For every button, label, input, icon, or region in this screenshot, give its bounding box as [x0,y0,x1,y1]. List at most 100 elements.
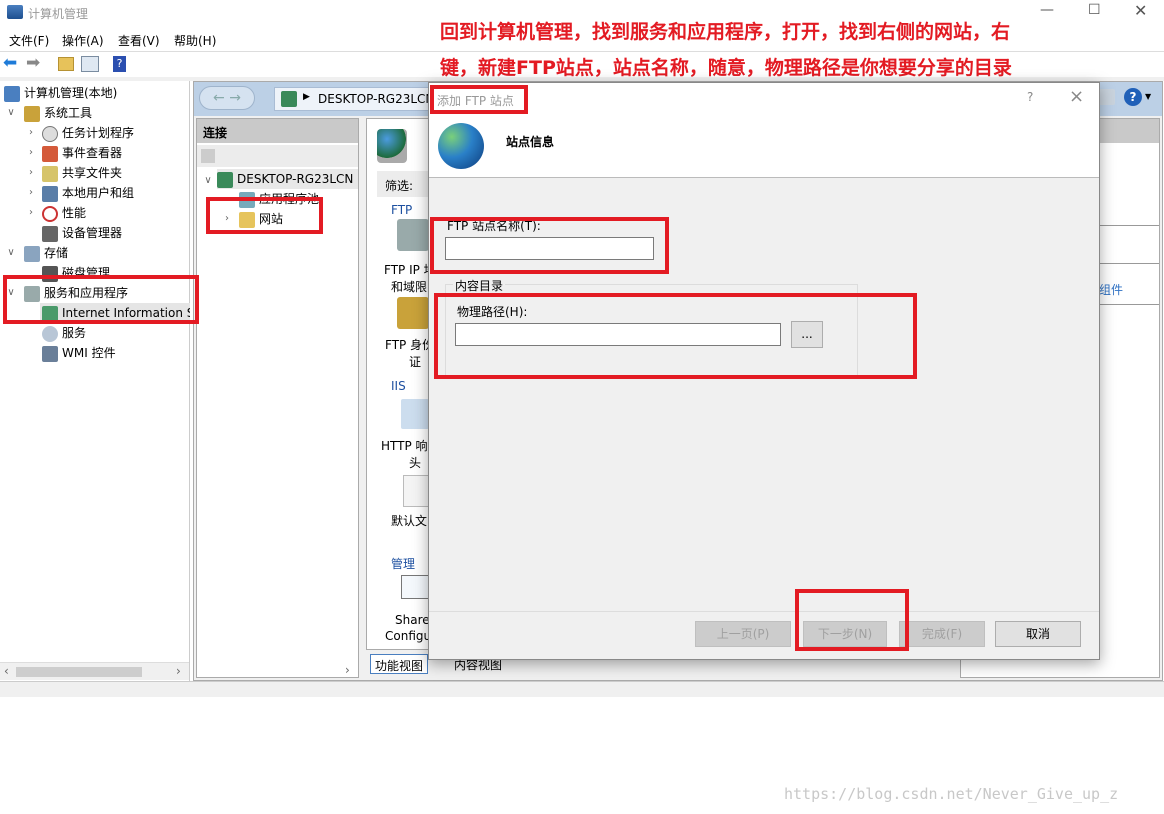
feature-label[interactable]: FTP 身份 [385,336,434,353]
tree-item-event-viewer[interactable]: 事件查看器 [42,143,122,163]
chevron-right-icon[interactable]: › [221,213,233,224]
shared-config-icon[interactable] [401,575,429,599]
tools-icon [24,105,40,122]
disk-icon [42,265,58,282]
content-dir-label: 内容目录 [453,277,506,294]
site-name-input[interactable] [445,237,654,260]
scroll-left-icon[interactable]: ‹ [4,664,9,678]
dialog-header [429,83,1099,178]
scrollbar-thumb[interactable] [16,667,142,677]
feature-label[interactable]: 和域限 [391,278,427,295]
tree-label: 设备管理器 [62,226,123,240]
browse-button[interactable]: ... [791,321,823,348]
tree-item-local-users[interactable]: 本地用户和组 [42,183,134,203]
back-forward-buttons[interactable]: ← → [199,86,255,110]
tree-label: 磁盘管理 [62,266,111,280]
tab-features-view[interactable]: 功能视图 [370,654,429,674]
feature-label[interactable]: 头 [409,454,421,471]
back-icon[interactable]: ⬅ [3,53,17,73]
address-bar[interactable]: ▶ DESKTOP-RG23LCN [274,87,444,111]
tree-app-pools[interactable]: 应用程序池 [239,189,319,209]
feature-label[interactable]: 证 [409,353,421,370]
up-folder-icon[interactable] [58,57,74,71]
help-icon[interactable]: ? [113,56,126,72]
event-viewer-icon [42,145,58,162]
annotation-line2: 键，新建FTP站点，站点名称，随意，物理路径是你想要分享的目录 [440,57,1012,79]
tree-item-task-scheduler[interactable]: 任务计划程序 [42,123,134,143]
feature-label[interactable]: Configu [385,629,431,643]
menu-view[interactable]: 查看(V) [118,32,160,49]
close-button[interactable]: ✕ [1134,1,1147,20]
menu-action[interactable]: 操作(A) [62,32,104,49]
tree-label: 网站 [259,212,284,226]
tree-item-device-manager[interactable]: 设备管理器 [42,223,122,243]
finish-button[interactable]: 完成(F) [899,621,985,647]
horizontal-scrollbar[interactable]: ‹ › [0,662,189,680]
tree-item-shared-folders[interactable]: 共享文件夹 [42,163,122,183]
tree-item-services[interactable]: 服务 [42,323,86,343]
chevron-right-icon[interactable]: › [25,147,37,158]
chevron-down-icon[interactable]: ∨ [5,247,17,258]
chevron-right-icon[interactable]: › [25,127,37,138]
dialog-title: 添加 FTP 站点 [437,94,514,108]
show-hide-tree-icon[interactable] [81,56,99,72]
tree-label: 共享文件夹 [62,166,123,180]
tab-label: 功能视图 [375,659,424,673]
tree-label: 服务 [62,326,87,340]
feature-label[interactable]: 默认文 [391,512,427,529]
ftp-auth-icon[interactable] [397,297,429,329]
group-manage: 管理 [391,557,416,571]
scroll-right-icon[interactable]: › [345,663,350,677]
tree-label: DESKTOP-RG23LCN [237,172,354,186]
tree-item-performance[interactable]: 性能 [42,203,86,223]
tree-item-wmi[interactable]: WMI 控件 [42,343,116,363]
app-pool-icon [239,191,255,208]
globe-icon [438,123,484,169]
device-manager-icon [42,225,58,242]
tree-item-system-tools[interactable]: 系统工具 [24,103,92,123]
chevron-right-icon[interactable]: › [25,167,37,178]
tree-item-iis[interactable]: Internet Information S [40,303,190,323]
chevron-down-icon[interactable]: ∨ [5,107,17,118]
home-icon[interactable] [1099,89,1115,105]
tree-item-storage[interactable]: 存储 [24,243,68,263]
help-icon[interactable]: ? [1124,88,1142,106]
physical-path-input[interactable] [455,323,781,346]
tree-sites[interactable]: 网站 [239,209,283,229]
scroll-right-icon[interactable]: › [176,664,181,678]
feature-label[interactable]: HTTP 响 [381,437,428,454]
chevron-right-icon[interactable]: › [25,207,37,218]
menu-help[interactable]: 帮助(H) [174,32,216,49]
wmi-icon [42,345,58,362]
previous-button[interactable]: 上一页(P) [695,621,791,647]
components-link[interactable]: 组件 [1099,281,1123,298]
chevron-down-icon[interactable]: ∨ [202,175,214,186]
menu-bar: 文件(F) 操作(A) 查看(V) 帮助(H) [0,28,430,50]
tree-label: 服务和应用程序 [44,286,129,300]
forward-icon[interactable]: ➡ [26,53,40,73]
chevron-down-icon[interactable]: ∨ [5,287,17,298]
menu-file[interactable]: 文件(F) [9,32,49,49]
tree-label: 本地用户和组 [62,186,135,200]
http-headers-icon[interactable] [401,399,429,429]
chevron-down-icon[interactable]: ▼ [1145,92,1151,101]
tree-item-disk-management[interactable]: 磁盘管理 [42,263,110,283]
ftp-ip-icon[interactable] [397,219,429,251]
feature-label[interactable]: Share [395,613,430,627]
toolbar: ⬅ ➡ ? [0,52,430,77]
default-document-icon[interactable] [403,475,429,507]
breadcrumb-arrow-icon: ▶ [303,92,310,102]
tree-label: 系统工具 [44,106,93,120]
tree-item-services-apps[interactable]: 服务和应用程序 [24,283,128,303]
chevron-right-icon[interactable]: › [25,187,37,198]
cancel-button[interactable]: 取消 [995,621,1081,647]
next-button[interactable]: 下一步(N) [803,621,887,647]
connect-icon[interactable] [201,149,215,163]
tree-root[interactable]: 计算机管理(本地) [4,83,117,103]
minimize-button[interactable]: — [1040,2,1054,18]
dialog-close-button[interactable]: × [1069,86,1084,107]
tree-label: 事件查看器 [62,146,123,160]
maximize-button[interactable]: ☐ [1088,2,1101,18]
tree-server[interactable]: DESKTOP-RG23LCN [217,169,358,189]
dialog-help-button[interactable]: ? [1027,90,1033,104]
